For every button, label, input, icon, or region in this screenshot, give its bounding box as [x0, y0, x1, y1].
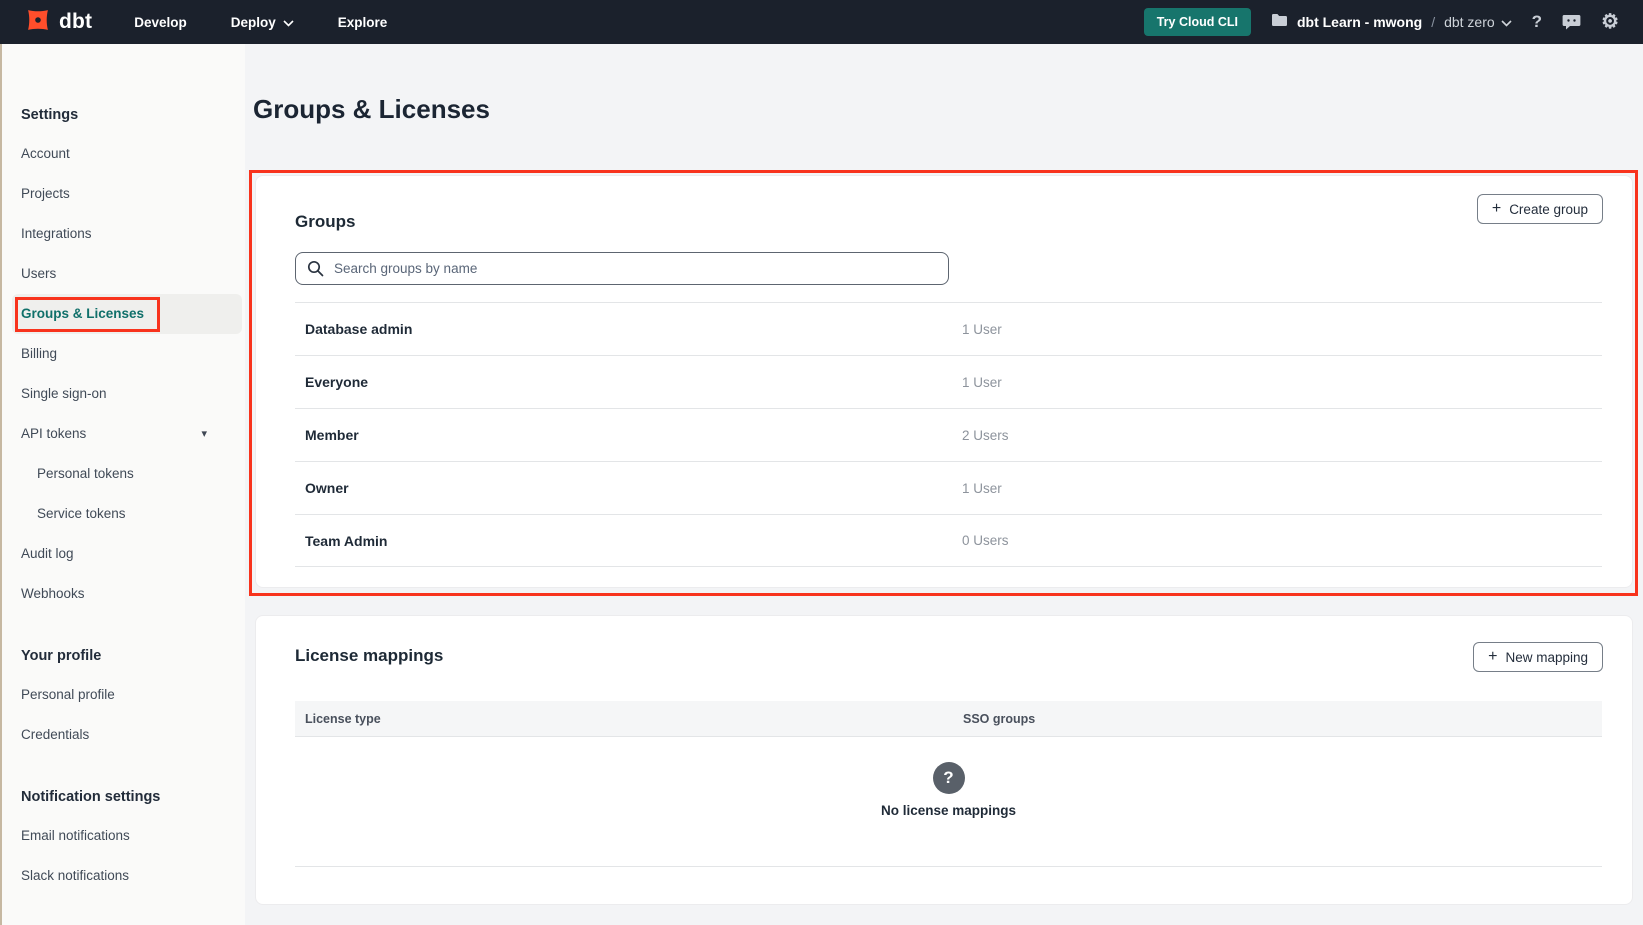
window-edge-line — [0, 44, 2, 925]
sidebar-item-credentials[interactable]: Credentials — [0, 715, 245, 755]
dbt-logo[interactable]: dbt — [24, 6, 92, 39]
group-row-member[interactable]: Member 2 Users — [295, 408, 1602, 461]
nav-item-label: Explore — [338, 15, 388, 30]
license-mappings-heading: License mappings — [295, 646, 443, 666]
project-name: dbt zero — [1444, 14, 1495, 30]
sidebar-heading-notification-settings: Notification settings — [0, 787, 245, 807]
sidebar-item-billing[interactable]: Billing — [0, 334, 245, 374]
chevron-down-icon — [283, 15, 294, 30]
empty-state-label: No license mappings — [881, 803, 1016, 818]
group-user-count: 0 Users — [962, 533, 1009, 548]
sidebar-item-api-tokens[interactable]: API tokens ▾ — [0, 414, 245, 454]
plus-icon: + — [1492, 201, 1501, 217]
sidebar-item-email-notifications[interactable]: Email notifications — [0, 816, 245, 856]
sidebar-item-audit-log[interactable]: Audit log — [0, 534, 245, 574]
dbt-logo-icon — [24, 6, 52, 39]
group-row-owner[interactable]: Owner 1 User — [295, 461, 1602, 514]
group-user-count: 1 User — [962, 322, 1002, 337]
sidebar-item-single-sign-on[interactable]: Single sign-on — [0, 374, 245, 414]
nav-item-develop[interactable]: Develop — [134, 15, 187, 30]
main-content: Groups & Licenses Groups + Create group … — [245, 44, 1643, 925]
license-table-header: License type SSO groups — [295, 701, 1602, 737]
table-bottom-divider — [295, 866, 1602, 867]
sidebar-item-service-tokens[interactable]: Service tokens — [0, 494, 245, 534]
nav-item-label: Deploy — [231, 15, 276, 30]
topbar-right-cluster: Try Cloud CLI dbt Learn - mwong / dbt ze… — [1144, 8, 1619, 36]
logo-text: dbt — [59, 10, 92, 34]
sidebar-item-personal-profile[interactable]: Personal profile — [0, 675, 245, 715]
license-empty-state: ? No license mappings — [295, 762, 1602, 818]
create-group-label: Create group — [1509, 202, 1588, 217]
top-navigation-bar: dbt Develop Deploy Explore Try Cloud CLI… — [0, 0, 1643, 44]
group-user-count: 2 Users — [962, 428, 1009, 443]
caret-down-icon: ▾ — [201, 414, 207, 454]
feedback-icon[interactable] — [1562, 14, 1581, 30]
group-search — [295, 252, 949, 285]
group-name: Team Admin — [295, 533, 387, 549]
settings-sidebar: Settings Account Projects Integrations U… — [0, 44, 245, 925]
primary-nav: Develop Deploy Explore — [134, 15, 387, 30]
groups-card: Groups + Create group Database admin 1 U… — [255, 175, 1633, 588]
sidebar-item-groups-licenses[interactable]: Groups & Licenses — [12, 294, 242, 334]
new-mapping-label: New mapping — [1505, 650, 1588, 665]
groups-heading: Groups — [295, 212, 355, 232]
new-mapping-button[interactable]: + New mapping — [1473, 642, 1603, 672]
sidebar-item-users[interactable]: Users — [0, 254, 245, 294]
license-mappings-card: License mappings + New mapping License t… — [255, 615, 1633, 905]
sidebar-item-integrations[interactable]: Integrations — [0, 214, 245, 254]
search-icon — [307, 260, 324, 282]
column-sso-groups: SSO groups — [963, 712, 1035, 726]
sidebar-item-account[interactable]: Account — [0, 134, 245, 174]
folder-icon — [1271, 13, 1288, 32]
group-row-everyone[interactable]: Everyone 1 User — [295, 355, 1602, 408]
search-groups-input[interactable] — [295, 252, 949, 285]
sidebar-heading-settings: Settings — [0, 105, 245, 125]
nav-item-deploy[interactable]: Deploy — [231, 15, 294, 30]
group-user-count: 1 User — [962, 375, 1002, 390]
breadcrumb-separator: / — [1431, 14, 1435, 30]
breadcrumb: dbt Learn - mwong / dbt zero — [1271, 13, 1512, 32]
sidebar-item-webhooks[interactable]: Webhooks — [0, 574, 245, 614]
create-group-button[interactable]: + Create group — [1477, 194, 1603, 224]
group-name: Member — [295, 427, 359, 443]
group-user-count: 1 User — [962, 481, 1002, 496]
column-license-type: License type — [295, 712, 381, 726]
page-title: Groups & Licenses — [253, 94, 490, 125]
sidebar-item-label: API tokens — [21, 426, 86, 441]
project-selector[interactable]: dbt zero — [1444, 14, 1512, 30]
groups-table: Database admin 1 User Everyone 1 User Me… — [295, 302, 1602, 567]
group-name: Everyone — [295, 374, 368, 390]
nav-item-label: Develop — [134, 15, 187, 30]
group-row-database-admin[interactable]: Database admin 1 User — [295, 302, 1602, 355]
try-cloud-cli-button[interactable]: Try Cloud CLI — [1144, 8, 1251, 36]
account-name[interactable]: dbt Learn - mwong — [1297, 14, 1422, 30]
chevron-down-icon — [1501, 14, 1512, 30]
plus-icon: + — [1488, 649, 1497, 665]
nav-item-explore[interactable]: Explore — [338, 15, 388, 30]
question-circle-icon: ? — [933, 762, 965, 794]
sidebar-heading-your-profile: Your profile — [0, 646, 245, 666]
settings-gear-icon[interactable]: ⚙ — [1601, 12, 1619, 32]
group-name: Database admin — [295, 321, 412, 337]
sidebar-item-personal-tokens[interactable]: Personal tokens — [0, 454, 245, 494]
sidebar-item-projects[interactable]: Projects — [0, 174, 245, 214]
group-name: Owner — [295, 480, 349, 496]
help-icon[interactable]: ? — [1532, 12, 1542, 32]
group-row-team-admin[interactable]: Team Admin 0 Users — [295, 514, 1602, 567]
sidebar-item-slack-notifications[interactable]: Slack notifications — [0, 856, 245, 896]
